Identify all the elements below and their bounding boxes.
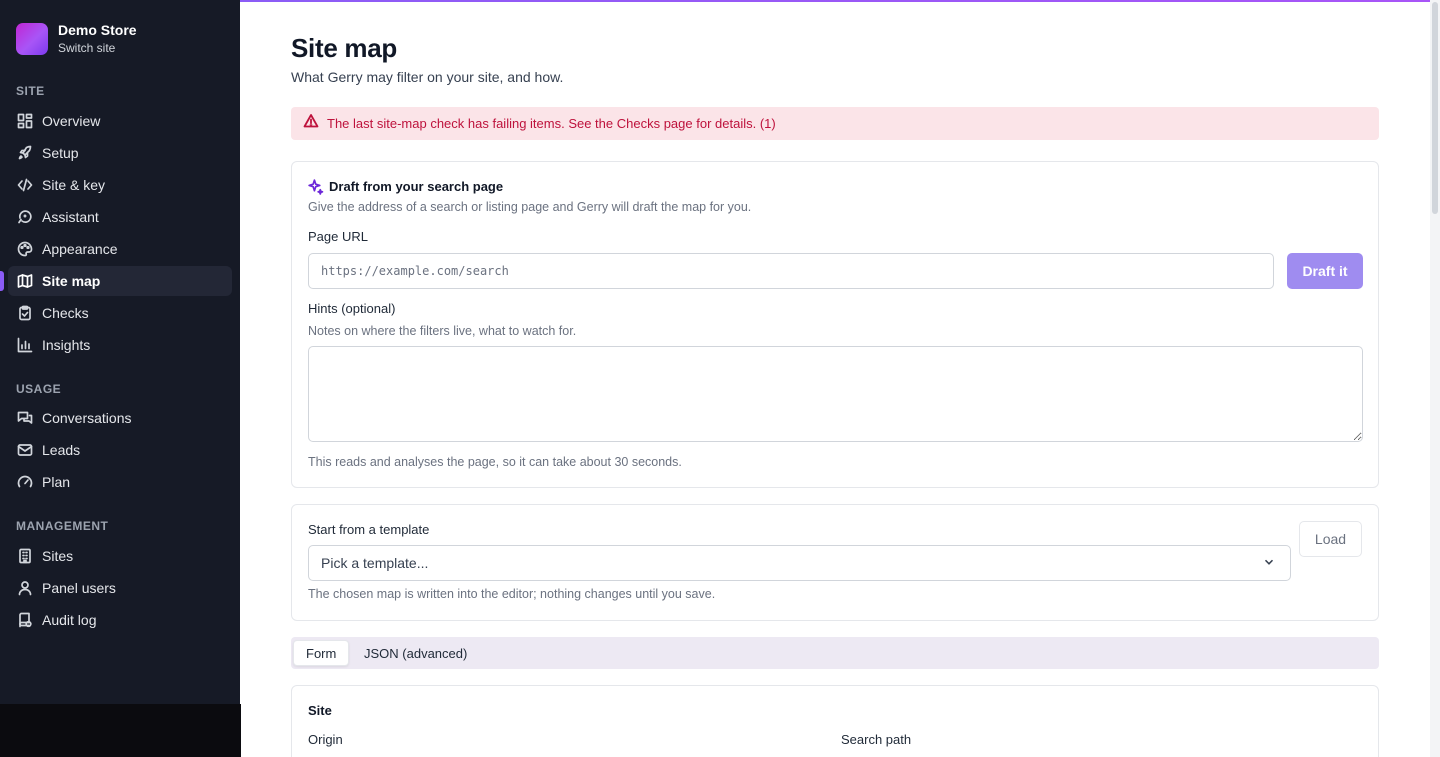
sidebar-item-label: Overview xyxy=(42,113,101,129)
user-icon xyxy=(16,579,34,597)
tab-json-advanced[interactable]: JSON (advanced) xyxy=(352,640,479,666)
store-name: Demo Store xyxy=(58,22,137,38)
dashboard-icon xyxy=(16,112,34,130)
sidebar-item-insights[interactable]: Insights xyxy=(8,330,232,360)
tab-form[interactable]: Form xyxy=(293,640,350,666)
page-title: Site map xyxy=(291,33,397,63)
sidebar-item-appearance[interactable]: Appearance xyxy=(8,234,232,264)
top-progress-bar xyxy=(240,0,1430,2)
sidebar-item-audit-log[interactable]: Audit log xyxy=(8,605,232,635)
hints-textarea[interactable] xyxy=(308,346,1363,442)
sidebar-item-label: Setup xyxy=(42,145,79,161)
sidebar-item-panel-users[interactable]: Panel users xyxy=(8,573,232,603)
rocket-icon xyxy=(16,144,34,162)
page-url-input[interactable] xyxy=(308,253,1274,289)
switch-site-link[interactable]: Switch site xyxy=(58,41,137,55)
store-logo xyxy=(16,22,48,55)
site-section-title: Site xyxy=(308,703,332,718)
page-subtitle: What Gerry may filter on your site, and … xyxy=(291,69,564,85)
draft-it-button[interactable]: Draft it xyxy=(1287,253,1363,289)
sidebar-item-label: Checks xyxy=(42,305,89,321)
sidebar-item-plan[interactable]: Plan xyxy=(8,467,232,497)
template-select-value: Pick a template... xyxy=(321,555,429,571)
section-label-site: SITE xyxy=(16,84,45,98)
section-label-management: MANAGEMENT xyxy=(16,519,109,533)
search-path-label: Search path xyxy=(841,732,912,747)
load-button[interactable]: Load xyxy=(1299,521,1362,557)
bot-icon xyxy=(16,208,34,226)
sidebar-item-label: Audit log xyxy=(42,612,97,628)
clipboard-check-icon xyxy=(16,304,34,322)
alert-text: The last site-map check has failing item… xyxy=(327,116,776,131)
hints-label: Hints (optional) xyxy=(308,301,396,316)
sidebar-item-label: Appearance xyxy=(42,241,118,257)
audit-icon xyxy=(16,611,34,629)
sidebar: Demo Store Switch site SITE Overview Set… xyxy=(0,0,240,704)
sidebar-item-label: Sites xyxy=(42,548,74,564)
sidebar-item-label: Site & key xyxy=(42,177,106,193)
sidebar-item-label: Panel users xyxy=(42,580,116,596)
sidebar-item-assistant[interactable]: Assistant xyxy=(8,202,232,232)
origin-label: Origin xyxy=(308,732,343,747)
sidebar-item-checks[interactable]: Checks xyxy=(8,298,232,328)
chat-icon xyxy=(16,409,34,427)
warning-icon xyxy=(303,113,319,134)
draft-description: Give the address of a search or listing … xyxy=(308,200,752,214)
gauge-icon xyxy=(16,473,34,491)
chevron-down-icon xyxy=(1262,555,1276,572)
template-note: The chosen map is written into the edito… xyxy=(308,587,716,601)
sidebar-item-label: Conversations xyxy=(42,410,132,426)
code-icon xyxy=(16,176,34,194)
sidebar-item-label: Assistant xyxy=(42,209,99,225)
template-title: Start from a template xyxy=(308,522,430,537)
page-url-label: Page URL xyxy=(308,229,368,244)
sidebar-item-leads[interactable]: Leads xyxy=(8,435,232,465)
template-select[interactable]: Pick a template... xyxy=(308,545,1291,581)
section-label-usage: USAGE xyxy=(16,382,62,396)
error-alert: The last site-map check has failing item… xyxy=(291,107,1379,140)
site-switcher[interactable]: Demo Store Switch site xyxy=(16,22,137,55)
page-scrollbar[interactable] xyxy=(1430,0,1440,757)
bar-chart-icon xyxy=(16,336,34,354)
inbox-icon xyxy=(16,441,34,459)
sidebar-item-setup[interactable]: Setup xyxy=(8,138,232,168)
map-icon xyxy=(16,272,34,290)
draft-note: This reads and analyses the page, so it … xyxy=(308,455,682,469)
scrollbar-thumb[interactable] xyxy=(1432,2,1438,214)
building-icon xyxy=(16,547,34,565)
sidebar-item-label: Leads xyxy=(42,442,81,458)
sidebar-item-label: Plan xyxy=(42,474,71,490)
draft-title: Draft from your search page xyxy=(329,179,504,194)
site-settings-card: Site Origin Search path xyxy=(291,685,1379,757)
palette-icon xyxy=(16,240,34,258)
sidebar-item-sites[interactable]: Sites xyxy=(8,541,232,571)
sidebar-item-label: Insights xyxy=(42,337,91,353)
template-card: Start from a template Pick a template...… xyxy=(291,504,1379,621)
sidebar-item-overview[interactable]: Overview xyxy=(8,106,232,136)
editor-mode-tabs: Form JSON (advanced) xyxy=(291,637,1379,669)
sidebar-item-site-map[interactable]: Site map xyxy=(0,266,232,296)
sparkle-icon xyxy=(307,178,324,200)
sidebar-footer xyxy=(0,704,241,757)
draft-card: Draft from your search page Give the add… xyxy=(291,161,1379,488)
sidebar-item-site-key[interactable]: Site & key xyxy=(8,170,232,200)
hints-help-text: Notes on where the filters live, what to… xyxy=(308,324,577,338)
sidebar-item-label: Site map xyxy=(42,273,101,289)
sidebar-item-conversations[interactable]: Conversations xyxy=(8,403,232,433)
